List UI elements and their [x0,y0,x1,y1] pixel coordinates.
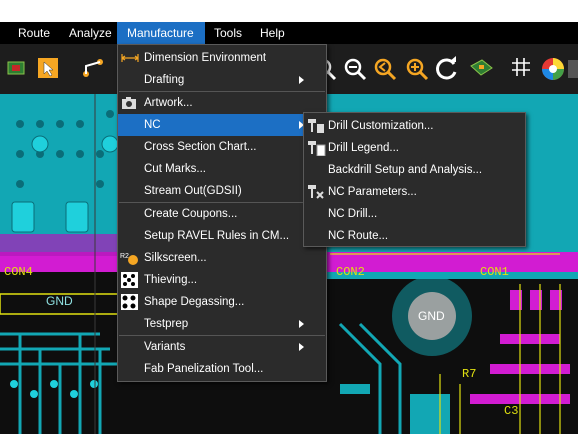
select-icon[interactable] [36,56,62,82]
menu-item-thieving[interactable]: Thieving... [118,269,326,291]
silk-label-gnd-pad: GND [418,309,445,323]
menu-item-cut-marks[interactable]: Cut Marks... [118,158,326,180]
silk-label-c3: C3 [504,404,518,418]
degassing-icon [121,294,138,310]
chip-icon[interactable] [4,56,30,82]
silk-label-con1: CON1 [480,265,509,279]
menu-analyze[interactable]: Analyze [61,22,120,44]
menu-item-backdrill-setup[interactable]: Backdrill Setup and Analysis... [304,159,525,181]
menu-item-create-coupons[interactable]: Create Coupons... [118,203,326,225]
camera-icon [122,97,136,109]
menu-item-drill-customization[interactable]: Drill Customization... [304,115,525,137]
silk-label-con4: CON4 [4,265,33,279]
dimension-icon [121,54,139,62]
menu-item-nc-route[interactable]: NC Route... [304,225,525,247]
route-icon[interactable] [80,56,106,82]
silk-label-con2: CON2 [336,265,365,279]
submenu-arrow-icon [299,320,304,328]
menu-item-setup-ravel-rules[interactable]: Setup RAVEL Rules in CM... [118,225,326,247]
menu-item-testprep[interactable]: Testprep [118,313,326,335]
silkscreen-icon: R2 [120,253,138,265]
menu-item-stream-out[interactable]: Stream Out(GDSII) [118,180,326,202]
menu-tools[interactable]: Tools [206,22,250,44]
menu-item-drafting[interactable]: Drafting [118,69,326,91]
partial-icon[interactable] [568,56,578,82]
drill-customization-icon [308,119,324,133]
nc-submenu: Drill Customization... Drill Legend... B… [303,112,526,247]
menu-item-nc[interactable]: NC [118,114,326,136]
submenu-arrow-icon [299,76,304,84]
menu-item-nc-drill[interactable]: NC Drill... [304,203,525,225]
silk-label-r7: R7 [462,367,476,381]
menu-item-nc-parameters[interactable]: NC Parameters... [304,181,525,203]
board-3d-icon[interactable] [468,56,494,82]
menu-item-variants[interactable]: Variants [118,336,326,358]
thieving-icon [121,272,138,288]
zoom-previous-icon[interactable] [372,56,398,82]
grid-icon[interactable] [510,56,536,82]
redraw-icon[interactable] [434,56,460,82]
silk-label-gnd-left: GND [46,294,73,308]
menu-item-silkscreen[interactable]: R2 Silkscreen... [118,247,326,269]
menu-item-dimension-environment[interactable]: Dimension Environment [118,47,326,69]
manufacture-menu: Dimension Environment Drafting Artwork..… [117,44,327,382]
menu-manufacture[interactable]: Manufacture [117,22,205,44]
drill-legend-icon [308,141,326,156]
title-strip [0,0,578,22]
zoom-fit-icon[interactable] [404,56,430,82]
svg-text:R2: R2 [120,253,129,260]
color-icon[interactable] [540,56,566,82]
menu-item-artwork[interactable]: Artwork... [118,92,326,114]
zoom-out-icon[interactable] [342,56,368,82]
menu-route[interactable]: Route [10,22,58,44]
menu-item-drill-legend[interactable]: Drill Legend... [304,137,525,159]
nc-parameters-icon [308,185,324,199]
menu-item-fab-panelization[interactable]: Fab Panelization Tool... [118,358,326,380]
menu-item-cross-section-chart[interactable]: Cross Section Chart... [118,136,326,158]
menu-item-shape-degassing[interactable]: Shape Degassing... [118,291,326,313]
submenu-arrow-icon [299,343,304,351]
menu-help[interactable]: Help [252,22,293,44]
menu-bar: Route Analyze Manufacture Tools Help [0,22,578,44]
